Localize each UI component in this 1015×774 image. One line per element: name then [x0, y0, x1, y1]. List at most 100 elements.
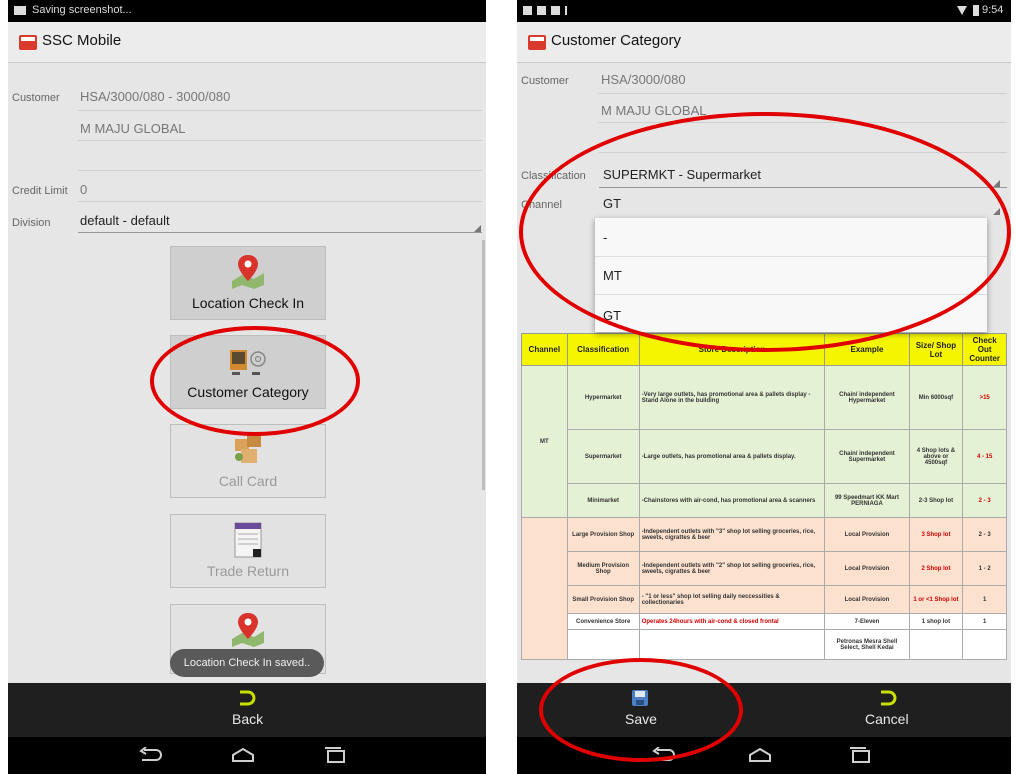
cancel-button[interactable]: Cancel	[841, 687, 931, 735]
table-cell	[962, 629, 1007, 660]
battery-icon	[973, 5, 979, 16]
table-cell: Local Provision	[824, 585, 910, 614]
table-cell: 2-3 Shop lot	[908, 483, 964, 518]
table-cell: 2 Shop lot	[908, 551, 964, 586]
column-header: Check Out Counter	[962, 333, 1007, 366]
scrollbar[interactable]	[482, 240, 485, 490]
table-cell	[908, 629, 964, 660]
toast-text: Location Check In saved..	[183, 657, 311, 669]
nav-home-icon[interactable]	[747, 747, 773, 763]
annotation-ellipse	[150, 326, 360, 436]
status-bar: 9:54	[517, 0, 1011, 22]
back-button[interactable]: Back	[206, 687, 286, 735]
customer-label: Customer	[12, 92, 60, 104]
screenshot-icon	[14, 6, 26, 15]
table-cell: Hypermarket	[566, 365, 640, 430]
table-cell: Convenience Store	[566, 613, 640, 630]
customer-code: HSA/3000/080 - 3000/080	[80, 89, 231, 104]
status-time: 9:54	[982, 4, 1004, 16]
divider	[78, 232, 482, 233]
table-cell: 4 Shop lots & above or 4500sqf	[908, 429, 964, 484]
table-row: Medium Provision Shop -Independent outle…	[521, 551, 1007, 586]
nav-recents-icon[interactable]	[322, 747, 348, 763]
customer-code: HSA/3000/080	[601, 72, 686, 87]
app-icon	[528, 35, 546, 50]
table-cell: -Independent outlets with "2" shop lot s…	[638, 551, 826, 586]
table-row: Minimarket -Chainstores with air-cond, h…	[521, 483, 1007, 518]
table-row: Small Provision Shop - "1 or less" shop …	[521, 585, 1007, 614]
right-screen: 9:54 Customer Category Customer HSA/3000…	[517, 0, 1011, 774]
table-cell: 2 - 3	[962, 517, 1007, 552]
table-cell: Petronas Mesra Shell Select, Shell Kedai	[824, 629, 910, 660]
divider	[78, 110, 482, 111]
table-row: Large Provision Shop -Independent outlet…	[521, 517, 1007, 660]
boxes-icon	[235, 435, 261, 463]
table-cell: Operates 24hours with air-cond & closed …	[638, 613, 826, 630]
back-label: Back	[232, 711, 264, 727]
table-cell: Large Provision Shop	[566, 517, 640, 552]
classification-reference-table: Channel Classification Store Description…	[521, 333, 1007, 660]
table-cell: 7-Eleven	[824, 613, 910, 630]
table-cell: Medium Provision Shop	[566, 551, 640, 586]
nav-recents-icon[interactable]	[847, 747, 873, 763]
table-cell: >15	[962, 365, 1007, 430]
notification-icons	[523, 6, 567, 15]
return-form-icon	[234, 522, 262, 558]
dropdown-icon	[474, 225, 481, 232]
button-label: Trade Return	[207, 563, 289, 579]
table-cell: - "1 or less" shop lot selling daily nec…	[638, 585, 826, 614]
cancel-icon	[881, 690, 897, 706]
table-cell: MT	[521, 365, 568, 518]
nav-back-icon[interactable]	[138, 747, 164, 763]
button-label: Call Card	[218, 473, 278, 489]
table-cell	[566, 629, 640, 660]
status-text: Saving screenshot...	[32, 4, 132, 16]
dropdown-icon	[993, 180, 1000, 187]
divider	[78, 170, 482, 171]
table-cell: 1 or <1 Shop lot	[908, 585, 964, 614]
division-label: Division	[12, 217, 51, 229]
table-cell: 3 Shop lot	[908, 517, 964, 552]
table-cell: 2 - 3	[962, 483, 1007, 518]
credit-limit-value: 0	[80, 182, 88, 197]
table-cell	[638, 629, 826, 660]
annotation-ellipse	[519, 112, 1011, 352]
map-pin-icon	[232, 613, 264, 647]
wifi-icon	[957, 6, 967, 15]
table-cell: 99 Speedmart KK Mart PERNIAGA	[824, 483, 910, 518]
table-row: Petronas Mesra Shell Select, Shell Kedai	[521, 629, 1007, 660]
division-spinner[interactable]: default - default	[80, 213, 170, 228]
table-cell: -Very large outlets, has promotional are…	[638, 365, 826, 430]
nav-home-icon[interactable]	[230, 747, 256, 763]
column-header: Size/ Shop Lot	[908, 333, 964, 366]
table-cell: -Independent outlets with "3" shop lot s…	[638, 517, 826, 552]
table-cell: 1 shop lot	[908, 613, 964, 630]
back-icon	[240, 690, 256, 706]
table-cell: Local Provision	[824, 551, 910, 586]
button-label: Location Check In	[191, 295, 305, 311]
table-cell: Supermarket	[566, 429, 640, 484]
customer-name: M MAJU GLOBAL	[80, 121, 186, 136]
credit-limit-label: Credit Limit	[12, 185, 68, 197]
page-title: Customer Category	[551, 32, 682, 49]
action-bar: Back	[8, 683, 486, 737]
table-row: Convenience Store Operates 24hours with …	[521, 613, 1007, 630]
left-screen: Saving screenshot... SSC Mobile Customer…	[8, 0, 486, 774]
cancel-label: Cancel	[865, 711, 909, 727]
table-cell: Local Provision	[824, 517, 910, 552]
divider	[78, 201, 482, 202]
table-cell: Small Provision Shop	[566, 585, 640, 614]
divider	[599, 93, 1007, 94]
table-cell: 1	[962, 585, 1007, 614]
location-check-in-button[interactable]: Location Check In	[170, 246, 326, 320]
table-cell: 4 - 15	[962, 429, 1007, 484]
table-row: Supermarket -Large outlets, has promotio…	[521, 429, 1007, 484]
annotation-ellipse	[539, 658, 743, 762]
table-cell: 1	[962, 613, 1007, 630]
navigation-bar	[8, 737, 486, 774]
table-cell: Chain/ independent Hypermarket	[824, 365, 910, 430]
customer-label: Customer	[521, 75, 569, 87]
trade-return-button[interactable]: Trade Return	[170, 514, 326, 588]
page-title: SSC Mobile	[42, 32, 122, 49]
table-cell: Min 6000sqf	[908, 365, 964, 430]
